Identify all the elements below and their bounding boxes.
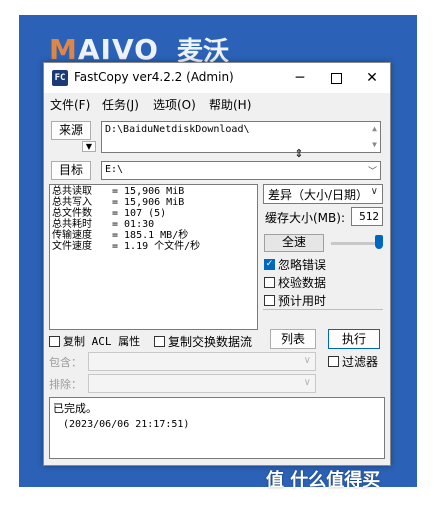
source-dropdown-button[interactable]: ▼ — [82, 141, 96, 152]
execute-button[interactable]: 执行 — [328, 329, 380, 349]
chevron-down-icon: ∨ — [370, 186, 378, 197]
checkbox-icon[interactable] — [264, 277, 275, 288]
source-button[interactable]: 来源 — [51, 121, 91, 140]
exclude-label: 排除： — [49, 378, 82, 391]
stat-total-read: 总共读取 = 15,906 MiB — [52, 186, 185, 197]
option-estimate-time[interactable]: 预计用时 — [264, 292, 326, 309]
stat-transfer-rate: 传输速度 = 185.1 MB/秒 — [52, 230, 189, 241]
checkbox-icon[interactable] — [328, 356, 339, 367]
source-path-field[interactable]: D:\BaiduNetdiskDownload\ ▲ ▼ — [101, 121, 381, 153]
menu-bar: 文件(F) 任务(J) 选项(O) 帮助(H) — [44, 94, 390, 114]
chevron-down-icon: ∨ — [303, 377, 311, 388]
splitter-handle[interactable]: ⇕ — [292, 148, 306, 160]
maximize-icon — [330, 72, 342, 84]
fastcopy-window: FC FastCopy ver4.2.2 (Admin) ─ ✕ 文件(F) 任… — [43, 62, 391, 466]
close-icon: ✕ — [366, 70, 378, 86]
stat-file-rate: 文件速度 = 1.19 个文件/秒 — [52, 241, 201, 252]
scroll-up-icon[interactable]: ▲ — [372, 124, 377, 133]
status-timestamp: (2023/06/06 21:17:51) — [63, 419, 190, 430]
option-filter[interactable]: 过滤器 — [328, 353, 378, 370]
option-ignore-errors[interactable]: ✓ 忽略错误 — [264, 256, 326, 273]
stat-total-files: 总文件数 = 107 (5) — [52, 208, 167, 219]
buffer-size-input[interactable]: 512 — [351, 207, 383, 226]
menu-job[interactable]: 任务(J) — [102, 96, 139, 113]
title-bar[interactable]: FC FastCopy ver4.2.2 (Admin) ─ ✕ — [44, 63, 390, 93]
scroll-down-icon[interactable]: ▼ — [372, 140, 377, 149]
speed-slider[interactable] — [329, 231, 385, 253]
buffer-size-label: 缓存大小(MB): — [265, 211, 345, 225]
close-button[interactable]: ✕ — [354, 63, 390, 93]
option-copy-ads[interactable]: 复制交换数据流 — [154, 333, 252, 350]
dropdown-arrow-icon: ▼ — [85, 142, 93, 151]
copy-mode-select[interactable]: 差异（大小/日期） ∨ — [263, 184, 383, 204]
menu-options[interactable]: 选项(O) — [153, 96, 196, 113]
maximize-button[interactable] — [318, 63, 354, 93]
checkbox-icon[interactable] — [154, 336, 165, 347]
resize-vertical-icon: ⇕ — [294, 147, 304, 160]
stat-total-time: 总共耗时 = 01:30 — [52, 219, 155, 230]
menu-help[interactable]: 帮助(H) — [209, 96, 251, 113]
option-copy-acl[interactable]: 复制 ACL 属性 — [49, 333, 140, 349]
chevron-down-icon[interactable]: ﹀ — [368, 164, 377, 177]
status-message: 已完成。 — [53, 402, 97, 415]
checkbox-icon[interactable] — [264, 295, 275, 306]
target-button[interactable]: 目标 — [51, 161, 91, 180]
checkbox-checked-icon[interactable]: ✓ — [264, 259, 275, 270]
list-button[interactable]: 列表 — [270, 329, 316, 349]
minimize-button[interactable]: ─ — [282, 63, 318, 93]
speed-label: 全速 — [264, 234, 324, 252]
include-label: 包含： — [49, 356, 82, 369]
include-combo[interactable]: ∨ — [88, 352, 316, 371]
site-watermark: 值 什么值得买 — [266, 470, 381, 491]
target-path-field[interactable]: E:\ ﹀ — [101, 161, 381, 180]
app-icon: FC — [52, 70, 68, 86]
minimize-icon: ─ — [295, 70, 305, 86]
exclude-combo[interactable]: ∨ — [88, 374, 316, 393]
statistics-panel: 总共读取 = 15,906 MiB 总共写入 = 15,906 MiB 总文件数 = … — [49, 184, 258, 330]
menu-file[interactable]: 文件(F) — [50, 96, 90, 113]
divider — [263, 309, 383, 310]
window-title: FastCopy ver4.2.2 (Admin) — [74, 70, 234, 84]
option-verify-data[interactable]: 校验数据 — [264, 274, 326, 291]
checkbox-icon[interactable] — [49, 335, 60, 347]
chevron-down-icon: ∨ — [303, 355, 311, 366]
speed-slider-thumb[interactable] — [375, 235, 383, 249]
stat-total-write: 总共写入 = 15,906 MiB — [52, 197, 185, 208]
status-log: 已完成。 (2023/06/06 21:17:51) — [49, 397, 385, 459]
